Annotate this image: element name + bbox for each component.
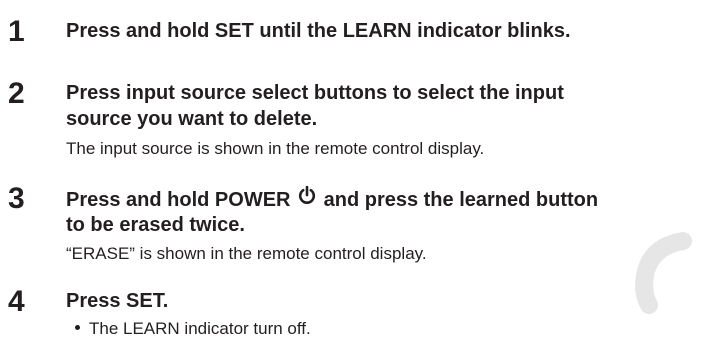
power-icon bbox=[297, 185, 317, 212]
step-title-line-2: to be erased twice. bbox=[66, 214, 245, 236]
step-number: 3 bbox=[8, 182, 25, 215]
bullet-text: The LEARN indicator turn off. bbox=[89, 319, 311, 338]
bullet-dot bbox=[75, 325, 80, 331]
step-title: Press and hold SET until the LEARN indic… bbox=[66, 20, 571, 42]
step-title-text-before-icon: Press and hold POWER bbox=[66, 188, 291, 211]
step-number: 1 bbox=[8, 15, 25, 48]
step-title: Press SET. bbox=[66, 290, 169, 312]
step-title-line-1: Press input source select buttons to sel… bbox=[66, 82, 564, 104]
step-title-line-1: Press and hold POWER and press the learn… bbox=[66, 185, 599, 214]
bullet-item: The LEARN indicator turn off. bbox=[75, 318, 311, 340]
step-description: The input source is shown in the remote … bbox=[66, 139, 485, 158]
step-title-text-after-icon: and press the learned button bbox=[323, 188, 599, 211]
watermark-arc bbox=[635, 232, 692, 314]
step-description: “ERASE” is shown in the remote control d… bbox=[66, 244, 427, 263]
step-number: 2 bbox=[8, 77, 25, 110]
step-number: 4 bbox=[8, 285, 25, 318]
step-title-line-2: source you want to delete. bbox=[66, 108, 318, 130]
